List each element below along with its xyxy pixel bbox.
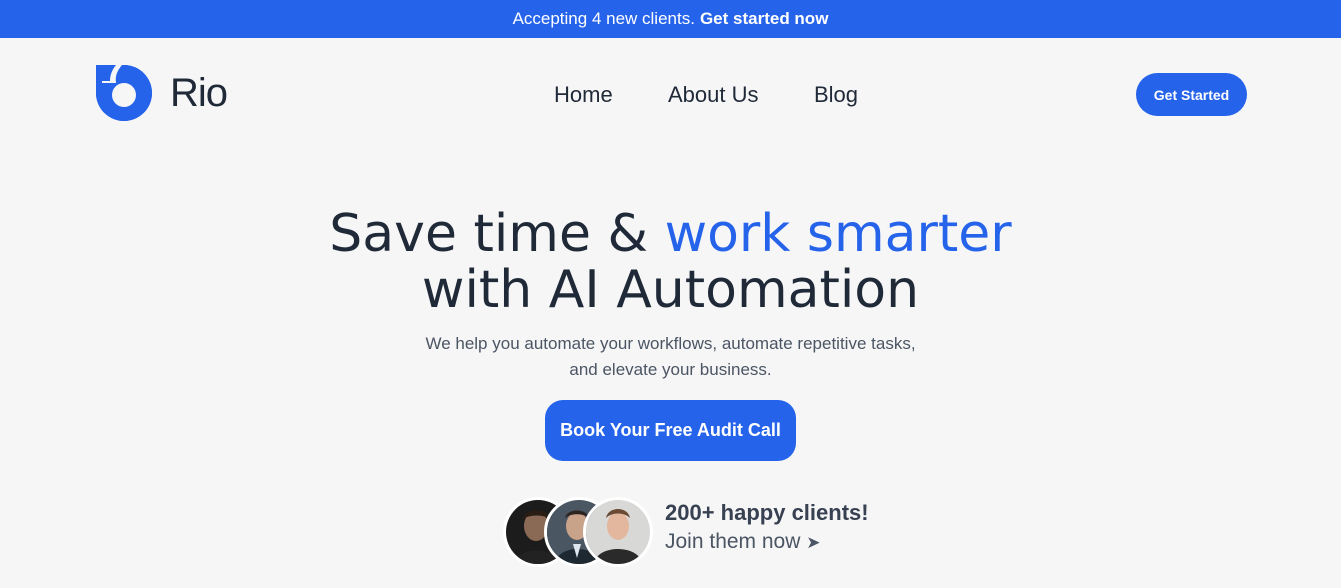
- get-started-button[interactable]: Get Started: [1136, 73, 1247, 116]
- nav-item-blog[interactable]: Blog: [814, 82, 858, 108]
- hero-title: Save time & work smarter with AI Automat…: [0, 206, 1341, 318]
- nav-item-home[interactable]: Home: [554, 82, 613, 108]
- join-them-label: Join them now: [665, 530, 801, 553]
- announcement-text: Accepting 4 new clients.: [512, 9, 695, 28]
- hero-title-part1: Save time &: [329, 204, 665, 264]
- hero-title-accent: work smarter: [664, 204, 1012, 264]
- client-avatars: [503, 497, 653, 567]
- hero-title-line2: with AI Automation: [421, 260, 920, 320]
- nav-item-about-us[interactable]: About Us: [668, 82, 759, 108]
- book-audit-call-button[interactable]: Book Your Free Audit Call: [545, 400, 796, 461]
- announcement-link[interactable]: Get started now: [700, 9, 828, 29]
- social-proof: 200+ happy clients! Join them now ➤: [665, 499, 869, 558]
- announcement-bar: Accepting 4 new clients. Get started now: [0, 0, 1341, 38]
- happy-clients-count: 200+ happy clients!: [665, 500, 869, 525]
- arrow-right-icon: ➤: [806, 533, 821, 552]
- client-avatar-3: [583, 497, 653, 567]
- join-them-link[interactable]: Join them now ➤: [665, 527, 869, 558]
- hero-subtitle: We help you automate your workflows, aut…: [425, 334, 916, 379]
